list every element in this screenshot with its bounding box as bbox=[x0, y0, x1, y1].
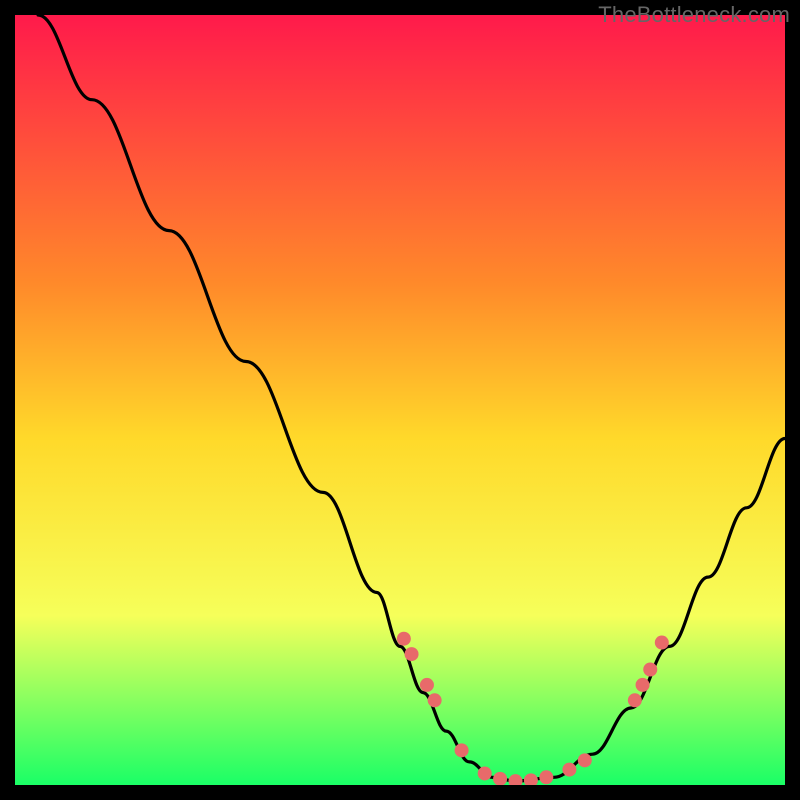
highlight-dot bbox=[455, 743, 469, 757]
highlight-dot bbox=[562, 763, 576, 777]
highlight-dot bbox=[420, 678, 434, 692]
highlight-dot bbox=[478, 766, 492, 780]
highlight-dot bbox=[397, 632, 411, 646]
gradient-background bbox=[15, 15, 785, 785]
chart-frame bbox=[15, 15, 785, 785]
watermark-text: TheBottleneck.com bbox=[598, 2, 790, 28]
highlight-dot bbox=[643, 663, 657, 677]
highlight-dot bbox=[655, 636, 669, 650]
highlight-dot bbox=[628, 693, 642, 707]
bottleneck-chart bbox=[15, 15, 785, 785]
highlight-dot bbox=[405, 647, 419, 661]
highlight-dot bbox=[428, 693, 442, 707]
highlight-dot bbox=[539, 770, 553, 784]
highlight-dot bbox=[636, 678, 650, 692]
highlight-dot bbox=[578, 753, 592, 767]
